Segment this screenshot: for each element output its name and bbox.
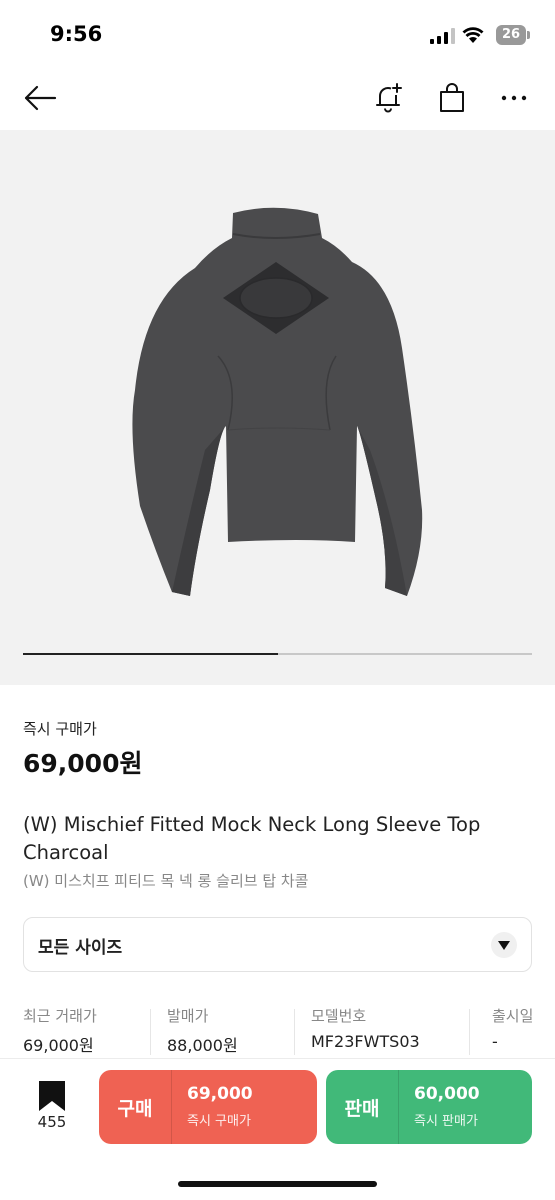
info-label: 발매가 <box>167 1007 209 1025</box>
battery-tip <box>527 31 530 39</box>
status-bar: 9:56 26 <box>0 0 555 70</box>
info-value: MF23FWTS03 <box>311 1032 420 1051</box>
wishlist-count: 455 <box>37 1113 67 1131</box>
size-select[interactable]: 모든 사이즈 <box>23 917 532 972</box>
top-nav <box>0 70 555 130</box>
divider <box>469 1009 470 1055</box>
arrow-left-icon <box>24 85 57 111</box>
buy-label: 구매 <box>117 1097 153 1120</box>
info-label: 모델번호 <box>311 1007 367 1025</box>
status-time: 9:56 <box>50 22 103 46</box>
shopping-bag-button[interactable] <box>432 78 472 118</box>
bottom-action-bar: 455 구매 69,000 즉시 구매가 판매 60,000 즉시 판매가 <box>0 1058 555 1200</box>
price-label: 즉시 구매가 <box>23 720 97 738</box>
price-alert-button[interactable] <box>368 78 408 118</box>
product-title-korean: (W) 미스치프 피티드 목 넥 롱 슬리브 탑 차콜 <box>23 872 309 890</box>
info-value: 88,000원 <box>167 1036 238 1055</box>
shopping-bag-icon <box>440 83 464 112</box>
chevron-down-icon <box>491 932 517 958</box>
wifi-icon <box>462 27 484 43</box>
info-label: 출시일 <box>492 1007 534 1025</box>
image-carousel-progress <box>23 653 532 655</box>
product-image[interactable] <box>0 130 555 685</box>
sell-price-caption: 즉시 판매가 <box>414 1114 478 1129</box>
ellipsis-icon <box>501 95 527 101</box>
info-value: - <box>492 1032 498 1051</box>
divider <box>150 1009 151 1055</box>
product-info-grid: 최근 거래가 69,000원 발매가 88,000원 모델번호 MF23FWTS… <box>0 1005 555 1060</box>
info-cell-model-number: 모델번호 MF23FWTS03 <box>311 1005 420 1060</box>
sell-label: 판매 <box>344 1097 380 1120</box>
info-value: 69,000원 <box>23 1036 94 1055</box>
product-title: (W) Mischief Fitted Mock Neck Long Sleev… <box>23 813 481 864</box>
signal-icon <box>430 28 455 44</box>
buy-button[interactable]: 구매 69,000 즉시 구매가 <box>99 1070 317 1144</box>
info-label: 최근 거래가 <box>23 1007 97 1025</box>
wishlist-button[interactable]: 455 <box>22 1079 82 1139</box>
product-photo-top <box>132 207 423 596</box>
size-select-label: 모든 사이즈 <box>38 938 123 958</box>
bell-plus-icon <box>376 83 402 113</box>
divider <box>294 1009 295 1055</box>
more-button[interactable] <box>494 78 534 118</box>
divider <box>171 1070 172 1144</box>
bookmark-icon <box>39 1081 65 1111</box>
divider <box>398 1070 399 1144</box>
buy-price-caption: 즉시 구매가 <box>187 1114 251 1129</box>
home-indicator[interactable] <box>178 1181 377 1187</box>
sell-button[interactable]: 판매 60,000 즉시 판매가 <box>326 1070 532 1144</box>
battery-indicator: 26 <box>496 25 526 45</box>
info-cell-release-date: 출시일 - <box>492 1005 533 1060</box>
back-button[interactable] <box>20 78 60 118</box>
price-value: 69,000원 <box>23 749 143 778</box>
image-carousel-progress-fill <box>23 653 278 655</box>
buy-price: 69,000 <box>187 1084 253 1104</box>
sell-price: 60,000 <box>414 1084 480 1104</box>
info-cell-recent-price: 최근 거래가 69,000원 <box>23 1005 97 1060</box>
info-cell-release-price: 발매가 88,000원 <box>167 1005 238 1060</box>
